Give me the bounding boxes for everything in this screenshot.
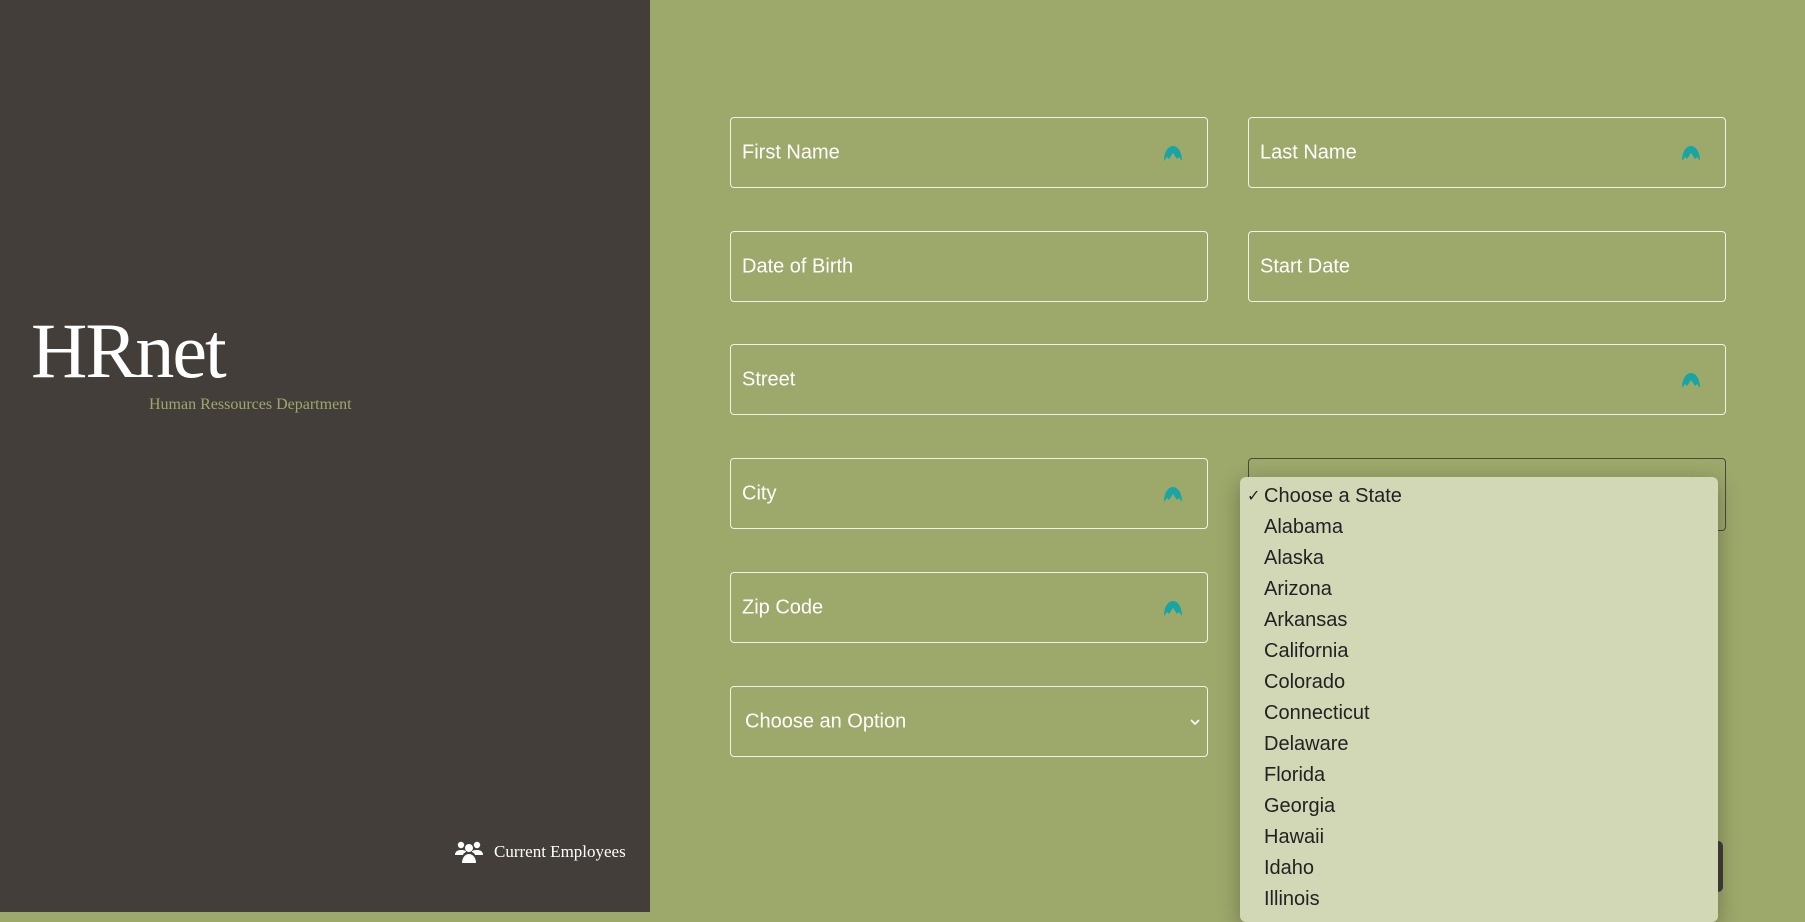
department-select[interactable]: Choose an Option [730,686,1208,757]
state-option[interactable]: Idaho [1240,853,1718,884]
state-dropdown-list[interactable]: ✓ Choose a State Alabama Alaska Arizona Arkan… [1240,477,1718,922]
last-name-label: Last Name [1260,141,1357,163]
state-option-label: Idaho [1264,857,1315,879]
state-option-label: Florida [1264,764,1326,786]
state-option[interactable]: Florida [1240,760,1718,791]
start-date-input[interactable]: Start Date [1248,231,1726,302]
password-manager-icon[interactable] [1163,144,1183,162]
password-manager-icon[interactable] [1163,485,1183,503]
state-option-label: Georgia [1264,795,1336,817]
state-option-label: Alabama [1264,516,1343,538]
state-option[interactable]: Alabama [1240,512,1718,543]
city-input[interactable]: City [730,458,1208,529]
state-option-label: Arkansas [1264,609,1348,631]
state-option-label: Alaska [1264,547,1325,569]
users-icon [455,841,483,863]
state-option-label: California [1264,640,1349,662]
subtitle: Human Ressources Department [149,396,352,413]
state-option[interactable]: Alaska [1240,543,1718,574]
zip-code-label: Zip Code [742,596,824,618]
state-option-label: Illinois [1264,888,1320,910]
street-input[interactable]: Street [730,344,1726,415]
date-of-birth-input[interactable]: Date of Birth [730,231,1208,302]
state-option[interactable]: Arkansas [1240,605,1718,636]
chevron-down-icon [1190,718,1200,725]
state-option[interactable]: Georgia [1240,791,1718,822]
first-name-input[interactable]: First Name [730,117,1208,188]
state-option[interactable]: Connecticut [1240,698,1718,729]
state-option[interactable]: California [1240,636,1718,667]
password-manager-icon[interactable] [1681,371,1701,389]
state-option[interactable]: Colorado [1240,667,1718,698]
state-option[interactable]: Arizona [1240,574,1718,605]
checkmark-icon: ✓ [1247,488,1261,505]
state-option-label: Choose a State [1264,485,1402,507]
zip-code-input[interactable]: Zip Code [730,572,1208,643]
date-of-birth-label: Date of Birth [742,255,854,277]
state-option-label: Colorado [1264,671,1346,693]
street-label: Street [742,368,796,390]
state-option-label: Hawaii [1264,826,1325,848]
first-name-label: First Name [742,141,840,163]
current-employees-label: Current Employees [494,842,626,861]
state-option[interactable]: Delaware [1240,729,1718,760]
logo: HRnet [31,307,227,394]
state-option-label: Connecticut [1264,702,1370,724]
last-name-input[interactable]: Last Name [1248,117,1726,188]
current-employees-link[interactable]: Current Employees [454,840,626,864]
city-label: City [742,482,777,504]
department-select-value: Choose an Option [745,710,907,732]
password-manager-icon[interactable] [1163,599,1183,617]
password-manager-icon[interactable] [1681,144,1701,162]
state-option[interactable]: ✓ Choose a State [1240,481,1718,512]
state-option-label: Delaware [1264,733,1349,755]
state-option[interactable]: Hawaii [1240,822,1718,853]
sidebar: HRnet Human Ressources Department Curren… [0,0,650,912]
state-option[interactable]: Illinois [1240,884,1718,915]
start-date-label: Start Date [1260,255,1351,277]
state-option-label: Arizona [1264,578,1332,600]
